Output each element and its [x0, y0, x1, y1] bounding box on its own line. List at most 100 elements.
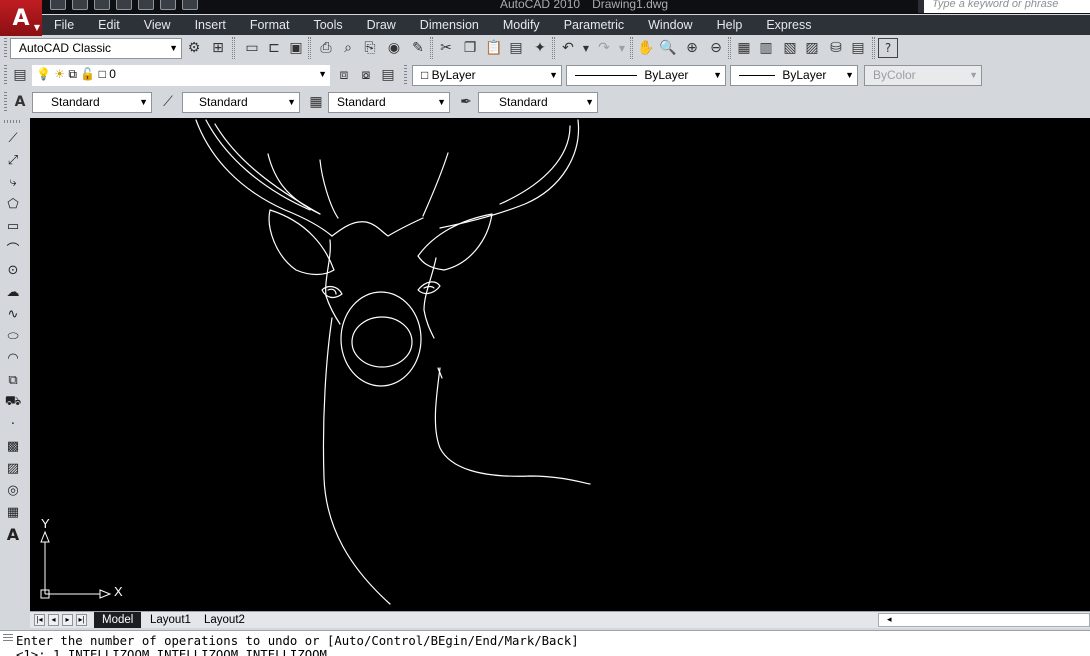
- scroll-left-icon[interactable]: ◂: [887, 614, 892, 625]
- redo-icon[interactable]: ↷: [594, 38, 614, 58]
- tab-layout2[interactable]: Layout2: [196, 612, 253, 628]
- help-icon[interactable]: ?: [878, 38, 898, 58]
- toolbar-grip[interactable]: [4, 92, 7, 113]
- text-style-select[interactable]: Standard ▼: [32, 92, 152, 113]
- chevron-down-icon[interactable]: ▼: [612, 38, 632, 58]
- quickcalc-icon[interactable]: ▤: [848, 38, 868, 58]
- polyline-icon[interactable]: ⤷: [3, 172, 23, 192]
- new-icon[interactable]: ▭: [242, 38, 262, 58]
- properties-icon[interactable]: ▦: [734, 38, 754, 58]
- workspace-settings-icon[interactable]: ⚙: [184, 38, 204, 58]
- command-line-window[interactable]: Enter the number of operations to undo o…: [0, 630, 1090, 656]
- multileader-style-icon[interactable]: ✒: [456, 92, 476, 112]
- new-icon[interactable]: [50, 0, 66, 10]
- region-icon[interactable]: ◎: [3, 480, 23, 500]
- horizontal-scrollbar[interactable]: ◂: [878, 613, 1090, 627]
- menu-edit[interactable]: Edit: [86, 15, 132, 35]
- menu-format[interactable]: Format: [238, 15, 302, 35]
- zoom-realtime-icon[interactable]: 🔍: [658, 38, 678, 58]
- workspace-select[interactable]: AutoCAD Classic ▼: [10, 38, 182, 59]
- previous-layout-button[interactable]: ◂: [48, 614, 59, 626]
- tab-layout1[interactable]: Layout1: [142, 612, 199, 628]
- markup-icon[interactable]: ✎: [408, 38, 428, 58]
- color-control-select[interactable]: □ ByLayer ▼: [412, 65, 562, 86]
- chevron-down-icon[interactable]: ▼: [576, 38, 596, 58]
- text-style-icon[interactable]: A: [10, 92, 30, 112]
- table-icon[interactable]: ▦: [3, 502, 23, 522]
- match-properties-icon[interactable]: ▤: [506, 38, 526, 58]
- save-icon[interactable]: [94, 0, 110, 10]
- paste-icon[interactable]: 📋: [484, 38, 504, 58]
- cut-icon[interactable]: ✂: [436, 38, 456, 58]
- circle-icon[interactable]: ⊙: [3, 260, 23, 280]
- polygon-icon[interactable]: ⬠: [3, 194, 23, 214]
- drawing-canvas[interactable]: X Y: [30, 118, 1090, 611]
- tab-model[interactable]: Model: [94, 612, 142, 628]
- make-object-layer-current-icon[interactable]: ⧈: [334, 65, 354, 85]
- make-block-icon[interactable]: ⛟: [3, 392, 23, 412]
- layer-control-select[interactable]: 💡 ☀ ⧉ 🔓 □ 0 ▼: [32, 65, 330, 86]
- last-layout-button[interactable]: ▸|: [76, 614, 87, 626]
- line-icon[interactable]: ⟋: [3, 128, 23, 148]
- menu-parametric[interactable]: Parametric: [552, 15, 636, 35]
- 3d-dwf-icon[interactable]: ◉: [384, 38, 404, 58]
- menu-help[interactable]: Help: [705, 15, 755, 35]
- dimension-style-icon[interactable]: ⟋: [158, 92, 178, 112]
- menu-dimension[interactable]: Dimension: [408, 15, 491, 35]
- spline-icon[interactable]: ∿: [3, 304, 23, 324]
- toolbar-grip[interactable]: [4, 120, 22, 123]
- copy-icon[interactable]: ❐: [460, 38, 480, 58]
- plot-preview-icon[interactable]: ⌕: [338, 38, 358, 58]
- hatch-icon[interactable]: ▩: [3, 436, 23, 456]
- insert-block-icon[interactable]: ⧉: [3, 370, 23, 390]
- sheet-set-icon[interactable]: ▨: [802, 38, 822, 58]
- menu-modify[interactable]: Modify: [491, 15, 552, 35]
- ellipse-arc-icon[interactable]: ◠: [3, 348, 23, 368]
- dimension-style-select[interactable]: Standard ▼: [182, 92, 300, 113]
- gradient-icon[interactable]: ▨: [3, 458, 23, 478]
- layer-previous-icon[interactable]: ⧇: [356, 65, 376, 85]
- multiline-text-icon[interactable]: A: [3, 524, 23, 544]
- menu-file[interactable]: File: [42, 15, 86, 35]
- block-editor-icon[interactable]: ✦: [530, 38, 550, 58]
- save-icon[interactable]: ▣: [286, 38, 306, 58]
- undo-icon[interactable]: [116, 0, 132, 10]
- table-style-select[interactable]: Standard ▼: [328, 92, 450, 113]
- plot-icon[interactable]: ⎙: [316, 38, 336, 58]
- clean-screen-icon[interactable]: ⊞: [208, 38, 228, 58]
- plot-icon[interactable]: [160, 0, 176, 10]
- command-line-grip[interactable]: [3, 634, 13, 642]
- zoom-previous-icon[interactable]: ⊖: [706, 38, 726, 58]
- table-style-icon[interactable]: ▦: [306, 92, 326, 112]
- qat-dropdown-icon[interactable]: [182, 0, 198, 10]
- design-center-icon[interactable]: ▥: [756, 38, 776, 58]
- ellipse-icon[interactable]: ⬭: [3, 326, 23, 346]
- multileader-style-select[interactable]: Standard ▼: [478, 92, 598, 113]
- linetype-control-select[interactable]: ByLayer ▼: [566, 65, 726, 86]
- toolbar-grip[interactable]: [4, 65, 7, 86]
- markup-set-icon[interactable]: ⛁: [826, 38, 846, 58]
- toolbar-grip[interactable]: [404, 65, 407, 86]
- menu-draw[interactable]: Draw: [355, 15, 408, 35]
- lineweight-control-select[interactable]: ByLayer ▼: [730, 65, 858, 86]
- first-layout-button[interactable]: |◂: [34, 614, 45, 626]
- toolbar-grip[interactable]: [4, 38, 7, 59]
- redo-icon[interactable]: [138, 0, 154, 10]
- pan-realtime-icon[interactable]: ✋: [636, 38, 656, 58]
- next-layout-button[interactable]: ▸: [62, 614, 73, 626]
- application-menu-button[interactable]: A ▼: [0, 0, 42, 36]
- rectangle-icon[interactable]: ▭: [3, 216, 23, 236]
- layer-properties-manager-icon[interactable]: ▤: [10, 65, 30, 85]
- menu-insert[interactable]: Insert: [183, 15, 238, 35]
- help-search-input[interactable]: Type a keyword or phrase: [918, 0, 1090, 13]
- open-icon[interactable]: [72, 0, 88, 10]
- arc-icon[interactable]: ⌒: [3, 238, 23, 258]
- menu-window[interactable]: Window: [636, 15, 704, 35]
- tool-palettes-icon[interactable]: ▧: [780, 38, 800, 58]
- menu-tools[interactable]: Tools: [301, 15, 354, 35]
- point-icon[interactable]: ·: [3, 414, 23, 434]
- open-icon[interactable]: ⊏: [264, 38, 284, 58]
- menu-express[interactable]: Express: [754, 15, 823, 35]
- layer-states-icon[interactable]: ▤: [378, 65, 398, 85]
- publish-icon[interactable]: ⎘: [360, 38, 380, 58]
